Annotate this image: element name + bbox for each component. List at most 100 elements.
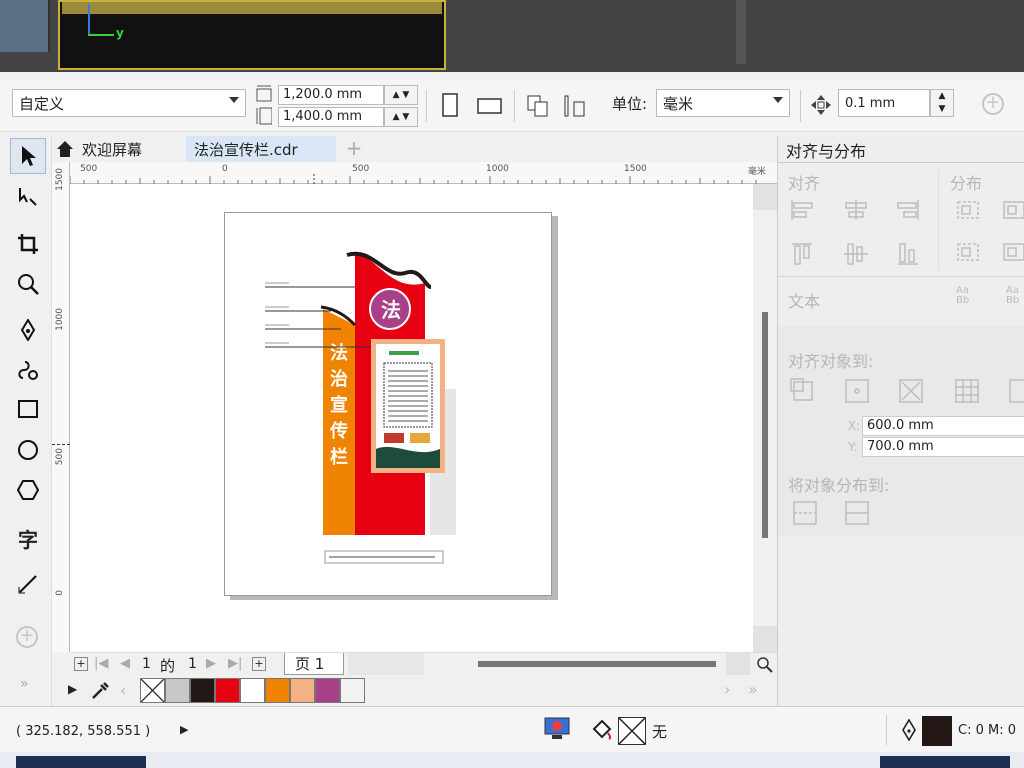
outline-color-swatch[interactable] (922, 716, 952, 746)
color-swatch[interactable] (290, 678, 315, 703)
docker-title: 对齐与分布 (786, 142, 867, 161)
last-page-icon[interactable]: ▶| (228, 656, 242, 671)
next-page-icon[interactable]: ▶ (206, 656, 216, 671)
add-tool-icon[interactable]: + (16, 626, 38, 648)
page-width-input[interactable]: 1,200.0 mm (278, 85, 384, 105)
color-swatch[interactable] (315, 678, 340, 703)
x-field-label: X: (848, 419, 861, 433)
horizontal-ruler: 500 0 500 1000 1500 毫米 (52, 162, 777, 184)
document-page: 法 法 治 宣 传 栏 (224, 212, 552, 596)
palette-expand-icon[interactable]: » (748, 680, 758, 699)
text-align-baseline-icon[interactable]: Aa Bb (956, 286, 978, 310)
crop-tool-button[interactable] (10, 226, 46, 262)
first-page-icon[interactable]: |◀ (94, 656, 108, 671)
align-to-buttons-group[interactable] (790, 378, 1024, 406)
units-value: 毫米 (663, 95, 694, 113)
landscape-orientation-button[interactable] (476, 92, 504, 120)
toolbox: 字 + » (0, 136, 52, 706)
page-height-input[interactable]: 1,400.0 mm (278, 107, 384, 127)
background-window-strip: y (0, 0, 1024, 72)
tab-welcome-label: 欢迎屏幕 (82, 141, 143, 159)
color-swatch[interactable] (165, 678, 190, 703)
zoom-fit-icon[interactable] (756, 656, 774, 674)
background-thumbnail (0, 0, 50, 52)
fill-bucket-icon[interactable] (590, 717, 614, 741)
scrollbar-corner (726, 653, 750, 675)
color-swatch[interactable] (340, 678, 365, 703)
drawing-canvas[interactable]: 法 法 治 宣 传 栏 (70, 184, 753, 652)
tab-document-label: 法治宣传栏.cdr (194, 141, 298, 159)
color-swatch[interactable] (190, 678, 215, 703)
align-x-input[interactable]: 600.0 mm (862, 416, 1024, 436)
shape-tool-button[interactable] (10, 178, 46, 214)
nudge-distance-input[interactable]: 0.1 mm (838, 89, 930, 117)
freehand-tool-button[interactable] (10, 312, 46, 348)
canvas-vertical-scrollbar[interactable] (753, 184, 777, 652)
y-field-label: Y: (848, 440, 858, 454)
horizontal-scrollbar-thumb[interactable] (478, 661, 716, 667)
add-property-icon[interactable]: + (982, 93, 1004, 115)
taskbar-item (880, 756, 1010, 768)
artistic-media-tool-button[interactable] (10, 352, 46, 388)
text-align-box-icon[interactable]: Aa Bb (1006, 286, 1024, 310)
ellipse-tool-button[interactable] (10, 432, 46, 468)
rectangle-tool-button[interactable] (10, 392, 46, 428)
nudge-distance-value: 0.1 mm (845, 96, 896, 111)
align-y-input[interactable]: 700.0 mm (862, 437, 1024, 457)
separator (514, 90, 515, 122)
color-swatch[interactable] (265, 678, 290, 703)
all-pages-button[interactable] (524, 92, 552, 120)
align-buttons-group[interactable] (790, 198, 930, 268)
previous-page-icon[interactable]: ◀ (120, 656, 130, 671)
zoom-tool-button[interactable] (10, 266, 46, 302)
fill-none-swatch[interactable] (618, 717, 646, 745)
current-page-button[interactable] (562, 92, 590, 120)
ruler-tick-label: 1500 (624, 164, 647, 174)
outline-pen-icon[interactable] (900, 719, 918, 741)
color-swatch[interactable] (215, 678, 240, 703)
distribute-to-buttons-group[interactable] (792, 500, 882, 528)
distribute-buttons-group[interactable] (956, 198, 1024, 268)
units-dropdown[interactable]: 毫米 (656, 89, 790, 117)
palette-scroll-right-icon[interactable]: › (724, 680, 730, 699)
page-tab[interactable]: 页 1 (284, 653, 344, 675)
no-color-swatch[interactable] (140, 678, 165, 703)
add-page-after-icon[interactable]: + (252, 657, 266, 671)
dimension-tool-button[interactable] (10, 566, 46, 602)
total-pages-number: 1 (188, 656, 197, 672)
eyedropper-icon[interactable] (90, 681, 110, 701)
vertical-ruler: 1500 1000 500 0 (52, 162, 70, 652)
color-proof-monitor-icon[interactable] (544, 717, 570, 741)
page-width-spinner[interactable]: ▲ ▼ (384, 85, 418, 105)
page-height-spinner[interactable]: ▲ ▼ (384, 107, 418, 127)
scrollbar-bottom-area (753, 626, 777, 652)
portrait-icon (442, 93, 458, 117)
portrait-orientation-button[interactable] (436, 92, 464, 120)
add-page-before-icon[interactable]: + (74, 657, 88, 671)
units-label: 单位: (612, 95, 648, 113)
page-size-preset-value: 自定义 (19, 95, 65, 113)
align-x-value: 600.0 mm (867, 418, 934, 433)
nudge-icon (810, 94, 832, 116)
text-tool-button[interactable]: 字 (10, 520, 46, 556)
color-swatch[interactable] (240, 678, 265, 703)
separator (800, 90, 801, 122)
palette-scroll-left-icon[interactable]: ‹ (120, 681, 126, 700)
document-tab-bar: 欢迎屏幕 法治宣传栏.cdr + (52, 136, 777, 162)
artwork-title-char: 栏 (330, 446, 348, 468)
tab-document[interactable]: 法治宣传栏.cdr (186, 136, 336, 162)
artwork-photo-left (384, 433, 404, 443)
polygon-tool-button[interactable] (10, 472, 46, 508)
expand-toolbox-icon[interactable]: » (20, 676, 29, 692)
tab-welcome-screen[interactable]: 欢迎屏幕 (52, 136, 182, 162)
status-menu-arrow-icon[interactable]: ▶ (180, 723, 188, 736)
nudge-distance-spinner[interactable]: ▲ ▼ (930, 89, 954, 117)
scrollbar-thumb[interactable] (762, 312, 768, 538)
taskbar-strip (0, 752, 1024, 768)
page-size-preset-dropdown[interactable]: 自定义 (12, 89, 246, 117)
chevron-down-icon (773, 97, 783, 103)
align-distribute-docker: 对齐与分布 对齐 分布 文本 Aa Bb Aa Bb 对齐对象到: X: 600… (777, 136, 1024, 706)
palette-menu-arrow-icon[interactable]: ▶ (68, 682, 77, 696)
new-tab-icon[interactable]: + (342, 136, 366, 162)
pick-tool-button[interactable] (10, 138, 46, 174)
